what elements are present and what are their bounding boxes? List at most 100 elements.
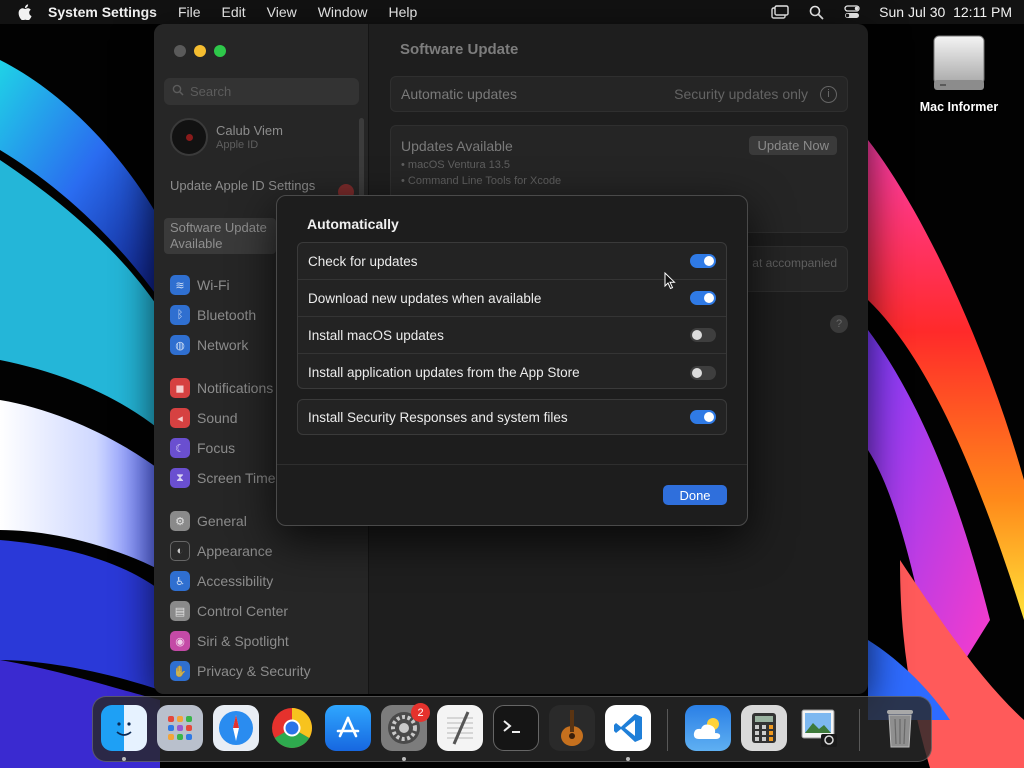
menu-bar: System Settings File Edit View Window He… xyxy=(0,0,1024,24)
option-label: Install application updates from the App… xyxy=(308,365,580,380)
sidebar-item-label: Sound xyxy=(197,410,238,426)
account-name: Calub Viem xyxy=(216,123,283,138)
sidebar-item-privacy[interactable]: ✋ Privacy & Security xyxy=(170,656,360,686)
info-icon[interactable]: i xyxy=(820,85,837,103)
sidebar-search-field[interactable]: Search xyxy=(164,78,359,105)
close-button[interactable] xyxy=(174,45,186,57)
account-subtitle: Apple ID xyxy=(216,139,259,151)
dock: 2 xyxy=(92,696,932,762)
check-for-updates-toggle[interactable] xyxy=(690,254,716,268)
trash-icon[interactable] xyxy=(877,705,923,751)
sidebar-item-label: Wi-Fi xyxy=(197,277,230,293)
menu-help[interactable]: Help xyxy=(389,4,418,20)
install-macos-updates-toggle[interactable] xyxy=(690,328,716,342)
option-download-updates: Download new updates when available xyxy=(298,280,726,317)
sidebar-item-label: Network xyxy=(197,337,249,353)
menu-edit[interactable]: Edit xyxy=(222,4,246,20)
vscode-icon[interactable] xyxy=(605,705,651,751)
sidebar-item-control-center[interactable]: ▤ Control Center xyxy=(170,596,360,626)
sidebar-item-update-apple-id[interactable]: Update Apple ID Settings xyxy=(170,178,354,200)
option-security-responses: Install Security Responses and system fi… xyxy=(298,400,726,434)
safari-icon[interactable] xyxy=(213,705,259,751)
sidebar-item-software-update[interactable]: Software Update Available xyxy=(164,218,276,254)
menu-view[interactable]: View xyxy=(267,4,297,20)
option-label: Download new updates when available xyxy=(308,290,542,306)
option-label: Check for updates xyxy=(308,253,418,269)
accessibility-icon: ♿ xyxy=(170,571,190,591)
minimize-button[interactable] xyxy=(194,45,206,57)
search-placeholder: Search xyxy=(190,84,232,99)
sidebar-item-label: General xyxy=(197,513,247,529)
bluetooth-icon: ᛒ xyxy=(170,305,190,325)
menu-window[interactable]: Window xyxy=(318,4,368,20)
control-center-icon: ▤ xyxy=(170,601,190,621)
sidebar-item-accessibility[interactable]: ♿ Accessibility xyxy=(170,566,360,596)
sidebar-item-label: Focus xyxy=(197,440,236,456)
apple-id-account[interactable]: Calub Viem Apple ID xyxy=(170,118,283,156)
update-item: • macOS Ventura 13.5 xyxy=(401,159,511,171)
software-update-label: Software Update Available xyxy=(170,220,267,251)
weather-icon[interactable] xyxy=(685,705,731,751)
general-icon: ⚙ xyxy=(170,511,190,531)
siri-icon: ◉ xyxy=(170,631,190,651)
external-disk-icon xyxy=(930,34,988,94)
sidebar-item-appearance[interactable]: ◐ Appearance xyxy=(170,536,360,566)
install-app-updates-toggle[interactable] xyxy=(690,365,716,380)
search-icon xyxy=(172,84,184,99)
zoom-button[interactable] xyxy=(214,45,226,57)
menu-file[interactable]: File xyxy=(178,4,201,20)
launchpad-icon[interactable] xyxy=(157,705,203,751)
app-store-icon[interactable] xyxy=(325,705,371,751)
preview-icon[interactable] xyxy=(797,705,843,751)
appearance-icon: ◐ xyxy=(170,541,190,561)
sidebar-item-siri[interactable]: ◉ Siri & Spotlight xyxy=(170,626,360,656)
page-title: Software Update xyxy=(400,41,519,58)
update-now-button[interactable]: Update Now xyxy=(749,136,837,155)
desktop-disk-item[interactable]: Mac Informer xyxy=(912,34,1006,114)
update-options-group: Check for updates Download new updates w… xyxy=(297,242,727,389)
automatic-updates-row[interactable]: Automatic updates Security updates only … xyxy=(390,76,848,112)
update-item: • Command Line Tools for Xcode xyxy=(401,175,562,187)
option-install-macos-updates: Install macOS updates xyxy=(298,317,726,354)
settings-badge: 2 xyxy=(411,703,430,722)
privacy-icon: ✋ xyxy=(170,661,190,681)
option-label: Install macOS updates xyxy=(308,327,444,343)
screen-time-icon: ⧗ xyxy=(170,468,190,488)
automatic-updates-value: Security updates only xyxy=(674,86,808,102)
option-label: Install Security Responses and system fi… xyxy=(308,409,568,425)
sound-icon: ◂ xyxy=(170,408,190,428)
sidebar-item-label: Accessibility xyxy=(197,573,274,589)
screen-mirroring-icon[interactable] xyxy=(771,4,789,20)
download-updates-toggle[interactable] xyxy=(690,291,716,305)
done-button[interactable]: Done xyxy=(663,485,727,505)
sidebar-item-label: Notifications xyxy=(197,380,274,396)
apple-menu-icon[interactable] xyxy=(18,4,34,20)
updates-available-title: Updates Available xyxy=(401,137,513,154)
sheet-divider xyxy=(277,464,747,465)
sidebar-item-label: Privacy & Security xyxy=(197,663,311,679)
license-note-text: at accompanied xyxy=(752,256,837,270)
sidebar-item-label: Screen Time xyxy=(197,470,276,486)
avatar xyxy=(170,118,208,156)
sidebar-item-label: Bluetooth xyxy=(197,307,257,323)
terminal-icon[interactable] xyxy=(493,705,539,751)
chrome-icon[interactable] xyxy=(269,705,315,751)
automatic-updates-label: Automatic updates xyxy=(401,86,517,102)
menu-app-name[interactable]: System Settings xyxy=(48,4,157,20)
security-responses-toggle[interactable] xyxy=(690,410,716,424)
garageband-icon[interactable] xyxy=(549,705,595,751)
security-options-group: Install Security Responses and system fi… xyxy=(297,399,727,435)
automatic-updates-sheet: Automatically Check for updates Download… xyxy=(276,195,748,526)
control-center-icon[interactable] xyxy=(843,4,861,20)
sheet-heading: Automatically xyxy=(307,216,399,232)
sidebar-item-label: Siri & Spotlight xyxy=(197,633,289,649)
sidebar-item-label: Control Center xyxy=(197,603,289,619)
update-apple-id-label: Update Apple ID Settings xyxy=(170,178,316,193)
finder-icon[interactable] xyxy=(101,705,147,751)
spotlight-search-icon[interactable] xyxy=(807,4,825,20)
textedit-icon[interactable] xyxy=(437,705,483,751)
calculator-icon[interactable] xyxy=(741,705,787,751)
menu-clock[interactable]: Sun Jul 30 12:11 PM xyxy=(879,4,1012,20)
sidebar-item-label: Appearance xyxy=(197,543,273,559)
help-icon[interactable]: ? xyxy=(830,315,848,333)
